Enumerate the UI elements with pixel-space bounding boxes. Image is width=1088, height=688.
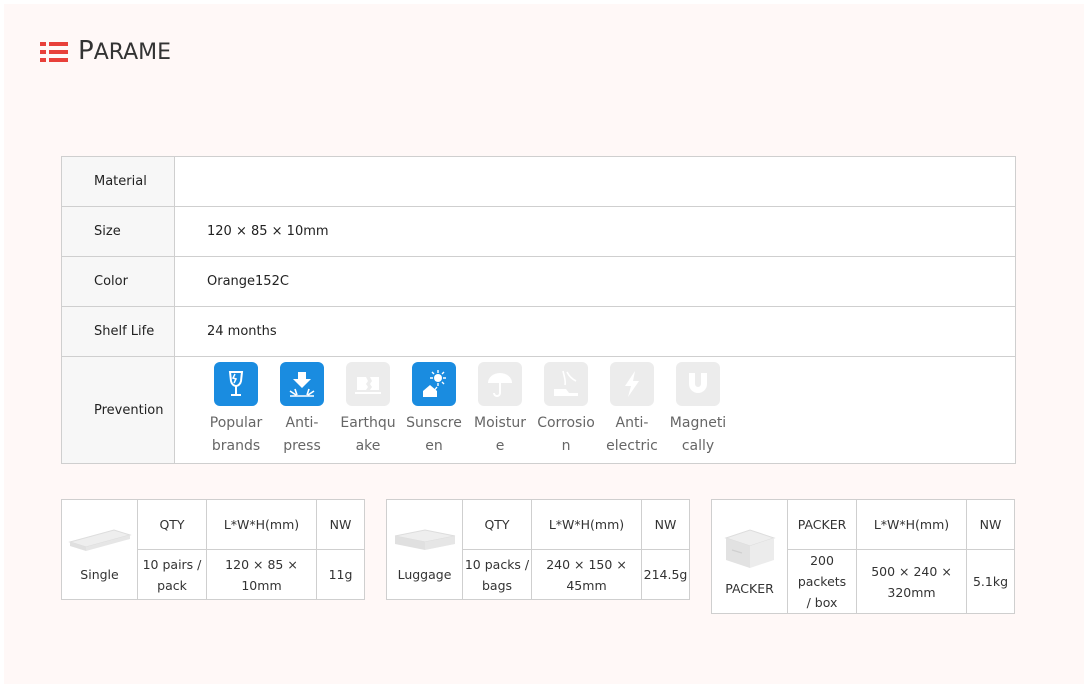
item-label-line: Popular bbox=[209, 415, 263, 431]
package-name: PACKER bbox=[725, 581, 774, 596]
package-name: Luggage bbox=[397, 567, 452, 582]
table-row: Color Orange152C bbox=[61, 256, 1016, 307]
package-cell: Single bbox=[61, 499, 138, 600]
prevention-item: Corrosio n bbox=[533, 362, 599, 458]
packaging-table-luggage: Luggage QTY L*W*H(mm) NW 10 packs / bags … bbox=[386, 499, 690, 600]
column-header: PACKER bbox=[787, 499, 857, 550]
column-header: NW bbox=[966, 499, 1015, 550]
packaging-table-single: Single QTY L*W*H(mm) NW 10 pairs / pack 1… bbox=[61, 499, 365, 600]
item-label-line: e bbox=[495, 438, 505, 454]
prevention-item: Moistur e bbox=[467, 362, 533, 458]
column-header: QTY bbox=[137, 499, 207, 550]
flat-box-icon bbox=[394, 529, 455, 550]
item-label-line: Corrosio bbox=[537, 415, 595, 431]
row-label: Material bbox=[61, 156, 175, 207]
weight-value: 214.5g bbox=[641, 549, 690, 600]
dimension-value: 120 × 85 × 10mm bbox=[206, 549, 317, 600]
dimension-value: 500 × 240 × 320mm bbox=[856, 549, 967, 614]
prevention-icons: Popular brands Anti-press Earthqu ake Su… bbox=[174, 356, 1016, 464]
item-label-line: Anti- bbox=[285, 415, 319, 431]
item-label-line: cally bbox=[681, 438, 715, 454]
parameter-table: Material Size 120 × 85 × 10mm Color Oran… bbox=[61, 156, 1016, 464]
magnet-icon bbox=[676, 362, 720, 406]
item-label-line: Moistur bbox=[474, 415, 526, 431]
row-label: Color bbox=[61, 256, 175, 307]
column-header: NW bbox=[316, 499, 365, 550]
section-header: PARAMET bbox=[40, 36, 170, 68]
item-label-line: Sunscre bbox=[406, 415, 462, 431]
item-label-line: en bbox=[425, 438, 443, 454]
prevention-item: Earthqu ake bbox=[335, 362, 401, 458]
prevention-item: Sunscre en bbox=[401, 362, 467, 458]
table-row: Size 120 × 85 × 10mm bbox=[61, 206, 1016, 257]
earthquake-icon bbox=[346, 362, 390, 406]
row-value: 24 months bbox=[174, 306, 1016, 357]
list-icon bbox=[40, 40, 70, 64]
item-label-line: Anti- bbox=[615, 415, 649, 431]
fragile-glass-icon bbox=[214, 362, 258, 406]
corrosion-icon bbox=[544, 362, 588, 406]
prevention-item: Popular brands bbox=[203, 362, 269, 458]
item-label-line: ake bbox=[355, 438, 381, 454]
column-header: NW bbox=[641, 499, 690, 550]
column-header: L*W*H(mm) bbox=[531, 499, 642, 550]
item-label-line: n bbox=[561, 438, 571, 454]
item-label-line: brands bbox=[211, 438, 261, 454]
column-header: QTY bbox=[462, 499, 532, 550]
row-label: Prevention bbox=[61, 356, 175, 464]
table-row: Material bbox=[61, 156, 1016, 207]
anti-press-icon bbox=[280, 362, 324, 406]
qty-value: 200 packets / box bbox=[787, 549, 857, 614]
table-row: Shelf Life 24 months bbox=[61, 306, 1016, 357]
qty-value: 10 pairs / pack bbox=[137, 549, 207, 600]
sunscreen-icon bbox=[412, 362, 456, 406]
prevention-item: Magneti cally bbox=[665, 362, 731, 458]
column-header: L*W*H(mm) bbox=[856, 499, 967, 550]
packaging-table-packer: PACKER PACKER L*W*H(mm) NW 200 packets / … bbox=[711, 499, 1015, 614]
package-cell: PACKER bbox=[711, 499, 788, 614]
package-name: Single bbox=[80, 567, 119, 582]
row-label: Shelf Life bbox=[61, 306, 175, 357]
section-title: PARAMET bbox=[78, 37, 170, 66]
umbrella-icon bbox=[478, 362, 522, 406]
item-label-line: electric bbox=[606, 438, 658, 454]
row-value: Orange152C bbox=[174, 256, 1016, 307]
weight-value: 5.1kg bbox=[966, 549, 1015, 614]
prevention-item: Anti-press bbox=[269, 362, 335, 458]
column-header: L*W*H(mm) bbox=[206, 499, 317, 550]
carton-box-icon bbox=[723, 529, 776, 568]
item-label-line: press bbox=[283, 438, 321, 454]
dimension-value: 240 × 150 × 45mm bbox=[531, 549, 642, 600]
weight-value: 11g bbox=[316, 549, 365, 600]
prevention-item: Anti-electric bbox=[599, 362, 665, 458]
item-label-line: Earthqu bbox=[340, 415, 396, 431]
flat-bar-icon bbox=[67, 529, 132, 551]
row-value: 120 × 85 × 10mm bbox=[174, 206, 1016, 257]
row-label: Size bbox=[61, 206, 175, 257]
item-label-line: Magneti bbox=[669, 415, 727, 431]
qty-value: 10 packs / bags bbox=[462, 549, 532, 600]
lightning-icon bbox=[610, 362, 654, 406]
table-row-prevention: Prevention Popular brands Anti-press Ear… bbox=[61, 356, 1016, 464]
row-value bbox=[174, 156, 1016, 207]
package-cell: Luggage bbox=[386, 499, 463, 600]
